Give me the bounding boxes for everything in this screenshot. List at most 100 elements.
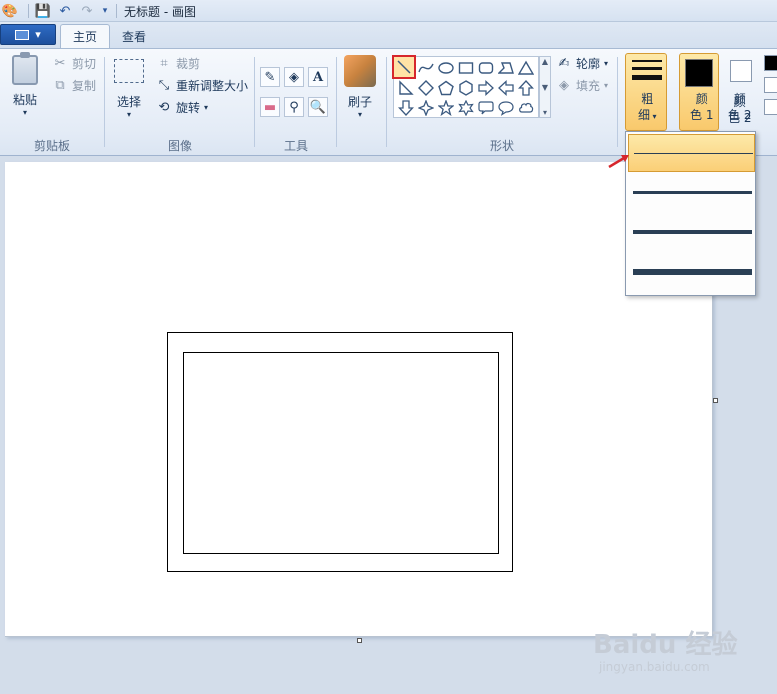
left-arrow-shape[interactable]	[496, 78, 516, 98]
copy-label: 复制	[72, 79, 97, 93]
size-option-1[interactable]	[628, 134, 755, 172]
outline-button[interactable]: ✍ 轮廓 ▾	[556, 55, 608, 72]
triangle-icon	[518, 60, 534, 75]
pentagon-icon	[438, 80, 454, 96]
palette-color-empty[interactable]	[764, 99, 777, 115]
fill-tool[interactable]: ◈	[284, 67, 304, 87]
window-title: 无标题 - 画图	[124, 5, 196, 19]
select-button[interactable]: 选择 ▾	[114, 59, 144, 119]
cut-button[interactable]: ✂ 剪切	[52, 55, 96, 72]
five-point-star-shape[interactable]	[436, 98, 456, 118]
brushes-label: 刷子	[347, 95, 372, 109]
paint-menu-button[interactable]: ▾	[0, 24, 56, 45]
color-picker-tool[interactable]: ⚲	[284, 97, 304, 117]
inner-rectangle-drawing	[183, 352, 499, 554]
brush-icon	[344, 55, 376, 87]
line-width-1-icon	[634, 153, 753, 154]
palette-color-white[interactable]	[764, 77, 777, 93]
rotate-icon: ⟲	[158, 100, 170, 115]
crop-button[interactable]: ⌗ 裁剪	[156, 55, 200, 72]
group-label-shapes: 形状	[489, 139, 514, 153]
more-shapes-icon[interactable]: ▾	[543, 108, 547, 117]
chevron-down-icon: ▾	[22, 108, 27, 117]
canvas-resize-handle-right[interactable]	[713, 398, 718, 403]
up-arrow-shape[interactable]	[516, 78, 536, 98]
palette-color-black[interactable]	[764, 55, 777, 71]
rounded-rectangle-shape[interactable]	[476, 58, 496, 78]
paint-app-icon[interactable]: 🎨	[2, 3, 18, 19]
ribbon-tab-strip: ▾ 主页 查看	[0, 22, 777, 48]
undo-icon[interactable]: ↶	[57, 3, 73, 19]
down-arrow-icon	[398, 100, 414, 116]
scroll-up-icon[interactable]: ▲	[542, 57, 548, 66]
resize-icon: ⤡	[158, 78, 170, 93]
oval-shape[interactable]	[436, 58, 456, 78]
four-point-star-shape[interactable]	[416, 98, 436, 118]
polygon-shape[interactable]	[496, 58, 516, 78]
document-icon	[15, 29, 30, 40]
rectangle-shape[interactable]	[456, 58, 476, 78]
size-option-2[interactable]	[628, 174, 755, 212]
left-arrow-icon	[498, 80, 514, 96]
paste-button[interactable]: 粘贴 ▾	[12, 52, 38, 117]
hexagon-shape[interactable]	[456, 78, 476, 98]
size-option-3[interactable]	[628, 214, 755, 252]
right-triangle-shape[interactable]	[396, 78, 416, 98]
copy-button[interactable]: ⧉ 复制	[52, 77, 96, 94]
scroll-down-icon[interactable]: ▼	[542, 83, 548, 92]
magnifier-tool[interactable]: 🔍	[308, 97, 328, 117]
six-point-star-shape[interactable]	[456, 98, 476, 118]
size-option-4[interactable]	[628, 254, 755, 292]
eraser-tool[interactable]: ▬	[260, 97, 280, 117]
group-separator	[104, 57, 105, 147]
redo-icon[interactable]: ↷	[79, 3, 95, 19]
cloud-callout-shape[interactable]	[516, 98, 536, 118]
brushes-button[interactable]: 刷子 ▾	[344, 55, 376, 119]
pentagon-shape[interactable]	[436, 78, 456, 98]
right-arrow-shape[interactable]	[476, 78, 496, 98]
polygon-icon	[498, 62, 514, 74]
triangle-shape[interactable]	[516, 58, 536, 78]
oval-callout-shape[interactable]	[496, 98, 516, 118]
fill-button[interactable]: ◈ 填充 ▾	[556, 77, 608, 94]
color1-swatch	[685, 59, 713, 87]
canvas-resize-handle-bottom[interactable]	[357, 638, 362, 643]
text-tool[interactable]: A	[308, 67, 328, 87]
curve-shape[interactable]	[416, 58, 436, 78]
scissors-icon: ✂	[54, 56, 66, 71]
curve-icon	[418, 63, 434, 73]
crop-label: 裁剪	[176, 57, 201, 71]
paint-bucket-icon: ◈	[289, 69, 299, 85]
save-icon[interactable]: 💾	[35, 3, 51, 19]
oval-icon	[438, 62, 454, 74]
baidu-watermark: Baidu 经验 jingyan.baidu.com	[593, 624, 738, 674]
watermark-brand: Baidu 经验	[593, 630, 738, 660]
color2-swatch	[730, 60, 752, 82]
group-label-clipboard: 剪贴板	[33, 139, 70, 153]
fill-bucket-icon: ◈	[559, 78, 569, 93]
down-arrow-shape[interactable]	[396, 98, 416, 118]
diamond-shape[interactable]	[416, 78, 436, 98]
tab-home[interactable]: 主页	[60, 24, 111, 48]
shapes-gallery-scrollbar[interactable]: ▲ ▼ ▾	[539, 56, 551, 118]
group-separator	[254, 57, 255, 147]
line-width-3-icon	[633, 230, 752, 234]
color2-button-label[interactable]: 颜 色 2	[728, 91, 751, 123]
pencil-tool[interactable]: ✎	[260, 67, 280, 87]
pencil-icon: ✎	[264, 69, 276, 85]
hexagon-icon	[459, 80, 473, 96]
rounded-callout-shape[interactable]	[476, 98, 496, 118]
eyedropper-icon: ⚲	[289, 99, 299, 115]
size-button-label[interactable]: 粗 细 ▾	[638, 91, 657, 125]
customize-quick-access-icon[interactable]: ▾	[97, 3, 113, 19]
four-point-star-icon	[418, 100, 434, 116]
select-label: 选择	[116, 95, 141, 109]
resize-button[interactable]: ⤡ 重新调整大小	[156, 77, 248, 94]
drawing-canvas[interactable]	[5, 162, 713, 637]
tab-view[interactable]: 查看	[110, 24, 158, 48]
color1-button-label[interactable]: 颜 色 1	[690, 91, 713, 123]
line-shape[interactable]	[392, 55, 416, 79]
rotate-button[interactable]: ⟲ 旋转 ▾	[156, 99, 208, 116]
rectangle-icon	[458, 62, 474, 74]
copy-icon: ⧉	[55, 78, 65, 93]
